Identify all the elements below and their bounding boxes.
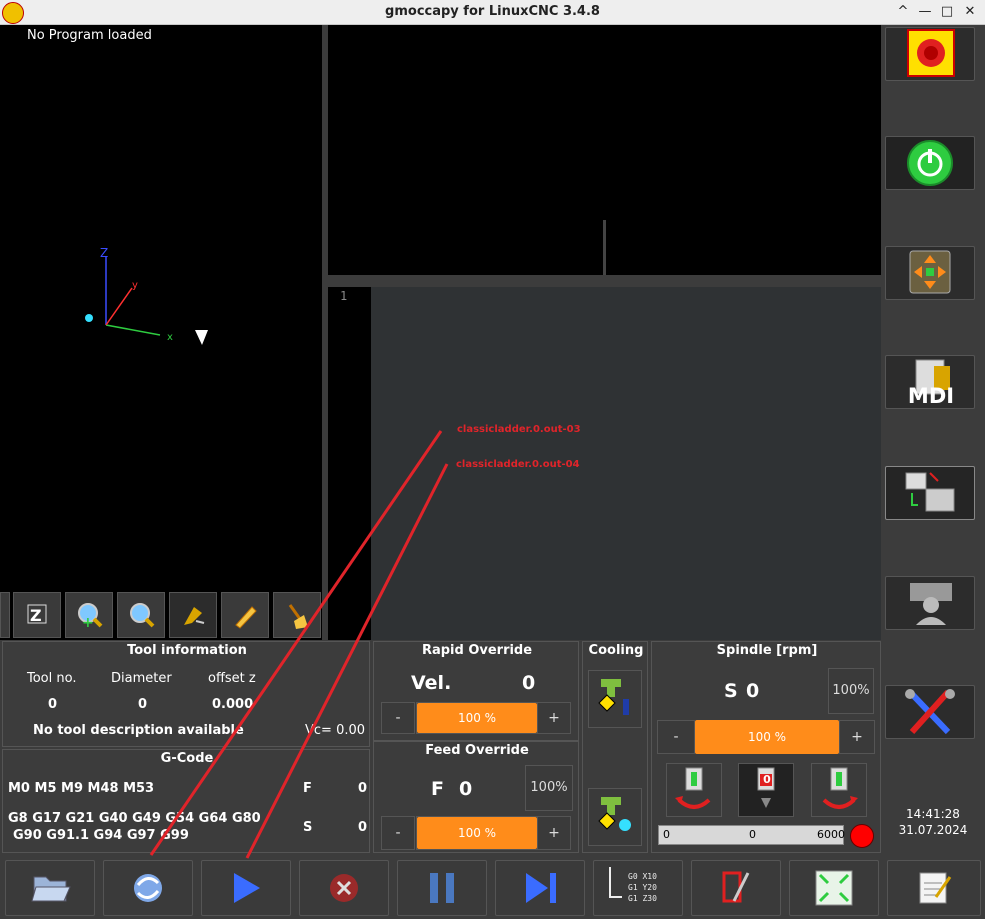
annotation-label-2: classicladder.0.out-04 [456, 459, 580, 470]
annotation-overlay: classicladder.0.out-03 classicladder.0.o… [149, 424, 581, 859]
annotation-line-2 [245, 463, 449, 859]
annotation-label-1: classicladder.0.out-03 [457, 424, 581, 435]
annotation-line-1 [149, 430, 443, 856]
